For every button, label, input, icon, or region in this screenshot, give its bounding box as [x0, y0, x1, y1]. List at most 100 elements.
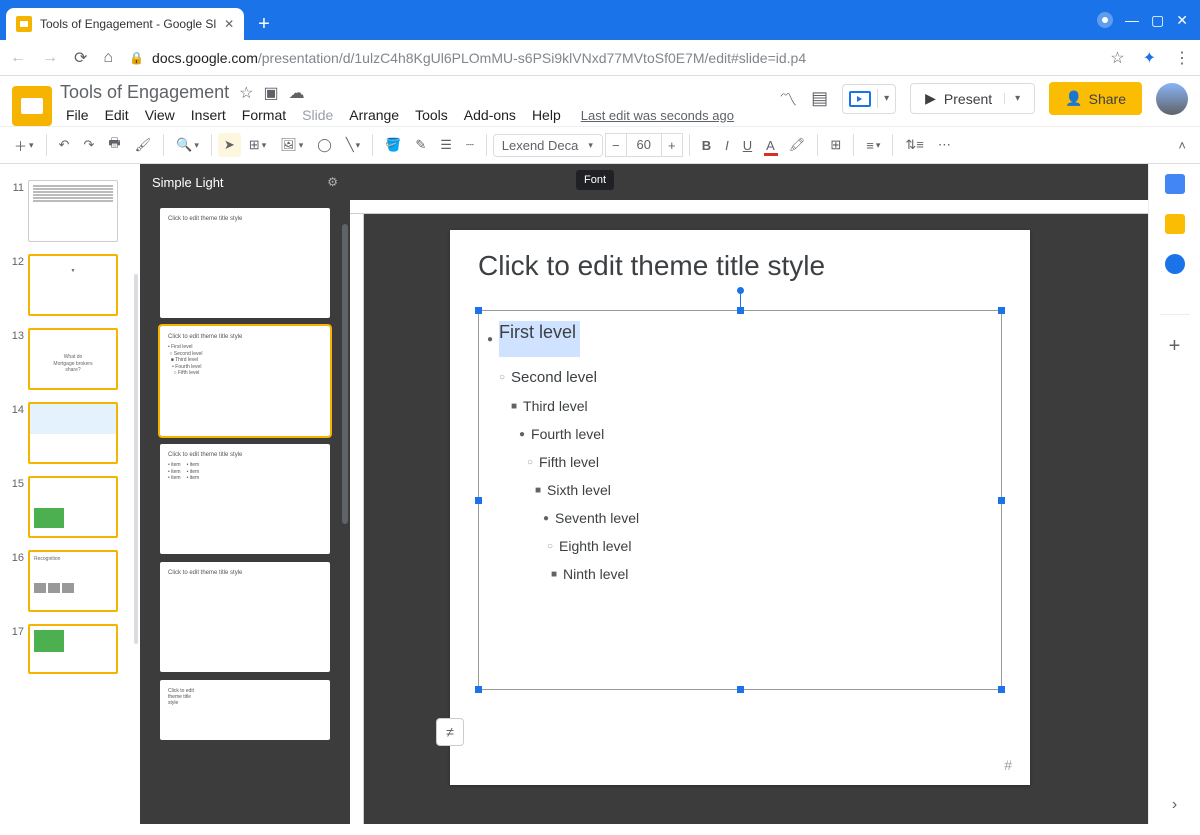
menu-addons[interactable]: Add-ons	[458, 105, 522, 125]
resize-handle[interactable]	[737, 686, 744, 693]
image-tool[interactable]: 🖼▾	[274, 133, 309, 157]
speaker-notes-toggle[interactable]: ≠	[436, 718, 464, 746]
slide-thumb[interactable]: ▼	[28, 254, 118, 316]
highlight-icon[interactable]: 🖍	[783, 133, 812, 157]
chevron-down-icon[interactable]: ▾	[877, 89, 895, 108]
cloud-status-icon[interactable]: ☁	[289, 83, 305, 103]
page-number-placeholder[interactable]: #	[1004, 757, 1012, 773]
move-icon[interactable]: ▣	[263, 83, 278, 103]
resize-handle[interactable]	[998, 497, 1005, 504]
resize-handle[interactable]	[475, 686, 482, 693]
slide-canvas[interactable]: Click to edit theme title style ●First l…	[450, 230, 1030, 785]
reload-icon[interactable]: ⟳	[74, 48, 87, 68]
text-color-icon[interactable]: A	[760, 134, 781, 157]
activity-icon[interactable]: 〽	[779, 86, 797, 112]
browser-menu-icon[interactable]: ⋮	[1174, 48, 1190, 68]
menu-edit[interactable]: Edit	[99, 105, 135, 125]
resize-handle[interactable]	[475, 307, 482, 314]
browser-tab[interactable]: Tools of Engagement - Google Sl ✕	[6, 8, 244, 40]
comments-icon[interactable]: ▤	[811, 88, 828, 109]
minimize-icon[interactable]: —	[1125, 12, 1139, 28]
menu-insert[interactable]: Insert	[185, 105, 232, 125]
chevron-down-icon[interactable]: ▾	[1004, 93, 1020, 104]
url-field[interactable]: 🔒 docs.google.com/presentation/d/1ulzC4h…	[129, 50, 1094, 66]
fill-color-icon[interactable]: 🪣	[379, 133, 407, 157]
last-edit-link[interactable]: Last edit was seconds ago	[581, 108, 734, 123]
redo-icon[interactable]: ↷	[77, 133, 100, 157]
add-addon-icon[interactable]: +	[1160, 314, 1190, 358]
collapse-toolbar-icon[interactable]: ˄	[1172, 134, 1192, 157]
border-weight-icon[interactable]: ☰	[434, 133, 458, 157]
resize-handle[interactable]	[475, 497, 482, 504]
close-window-icon[interactable]: ✕	[1176, 12, 1188, 29]
italic-icon[interactable]: I	[719, 134, 735, 157]
maximize-icon[interactable]: ▢	[1151, 12, 1164, 29]
back-icon[interactable]: ←	[10, 49, 26, 67]
textbox-tool[interactable]: ⊞▾	[243, 133, 272, 157]
more-tools-icon[interactable]: ⋯	[932, 133, 957, 157]
theme-options-icon[interactable]: ⚙	[327, 175, 338, 189]
new-tab-button[interactable]: +	[244, 8, 284, 40]
print-icon[interactable]: 🖶	[102, 130, 126, 160]
increase-font-button[interactable]: +	[661, 133, 683, 157]
layout-thumb[interactable]: Click to edit theme title style • First …	[160, 326, 330, 436]
menu-view[interactable]: View	[139, 105, 181, 125]
paint-format-icon[interactable]: 🖌	[129, 133, 158, 157]
menu-format[interactable]: Format	[236, 105, 292, 125]
bookmark-star-icon[interactable]: ☆	[1110, 48, 1124, 68]
layout-thumb[interactable]: Click to edittheme titlestyle	[160, 680, 330, 740]
align-icon[interactable]: ≡▾	[860, 134, 886, 157]
slides-logo-icon[interactable]	[12, 86, 52, 126]
extensions-icon[interactable]: ✦	[1143, 48, 1156, 68]
layout-thumb[interactable]: Click to edit theme title style	[160, 562, 330, 672]
slideshow-button[interactable]: ▾	[842, 84, 896, 114]
line-spacing-icon[interactable]: ⇅≡	[899, 133, 929, 157]
shape-tool[interactable]: ◯	[311, 133, 338, 157]
calendar-icon[interactable]	[1165, 174, 1185, 194]
close-tab-icon[interactable]: ✕	[224, 17, 234, 31]
account-avatar[interactable]	[1156, 83, 1188, 115]
layout-thumb[interactable]: Click to edit theme title style • item• …	[160, 444, 330, 554]
undo-icon[interactable]: ↶	[53, 133, 76, 157]
menu-arrange[interactable]: Arrange	[343, 105, 405, 125]
slide-thumb[interactable]	[28, 180, 118, 242]
title-placeholder[interactable]: Click to edit theme title style	[478, 250, 1002, 282]
menu-tools[interactable]: Tools	[409, 105, 454, 125]
border-color-icon[interactable]: ✎	[409, 133, 432, 157]
slide-thumb[interactable]	[28, 402, 118, 464]
account-badge-icon[interactable]	[1097, 12, 1113, 28]
keep-icon[interactable]	[1165, 214, 1185, 234]
rotate-handle[interactable]	[737, 287, 744, 294]
new-slide-button[interactable]: ＋▾	[8, 132, 40, 159]
insert-link-icon[interactable]: ⊞	[824, 133, 847, 157]
home-icon[interactable]: ⌂	[103, 49, 113, 67]
present-button[interactable]: ▶ Present ▾	[910, 83, 1035, 114]
font-selector[interactable]: Lexend Deca ▾	[493, 134, 603, 157]
forward-icon[interactable]: →	[42, 49, 58, 67]
bold-icon[interactable]: B	[696, 134, 717, 157]
star-icon[interactable]: ☆	[239, 83, 253, 103]
share-button[interactable]: 👤 Share	[1049, 82, 1142, 115]
slide-thumb[interactable]	[28, 624, 118, 674]
filmstrip-scrollbar[interactable]	[134, 274, 138, 644]
resize-handle[interactable]	[998, 307, 1005, 314]
document-title[interactable]: Tools of Engagement	[60, 82, 229, 103]
decrease-font-button[interactable]: −	[605, 133, 627, 157]
zoom-button[interactable]: 🔍▾	[170, 133, 205, 157]
resize-handle[interactable]	[737, 307, 744, 314]
slide-thumb[interactable]: What doMortgage brokersshare?	[28, 328, 118, 390]
slide-thumb[interactable]	[28, 476, 118, 538]
underline-icon[interactable]: U	[737, 134, 758, 157]
tasks-icon[interactable]	[1165, 254, 1185, 274]
font-size-value[interactable]: 60	[627, 133, 661, 157]
resize-handle[interactable]	[998, 686, 1005, 693]
slide-thumb[interactable]: Recognition	[28, 550, 118, 612]
menu-file[interactable]: File	[60, 105, 95, 125]
line-tool[interactable]: ╲▾	[340, 133, 366, 157]
border-dash-icon[interactable]: ┈	[460, 133, 480, 157]
theme-scrollbar[interactable]	[342, 224, 348, 524]
collapse-rail-icon[interactable]: ›	[1172, 796, 1177, 814]
menu-slide[interactable]: Slide	[296, 105, 339, 125]
body-placeholder[interactable]: ●First level ○Second level ■Third level …	[478, 310, 1002, 690]
layout-thumb[interactable]: Click to edit theme title style	[160, 208, 330, 318]
